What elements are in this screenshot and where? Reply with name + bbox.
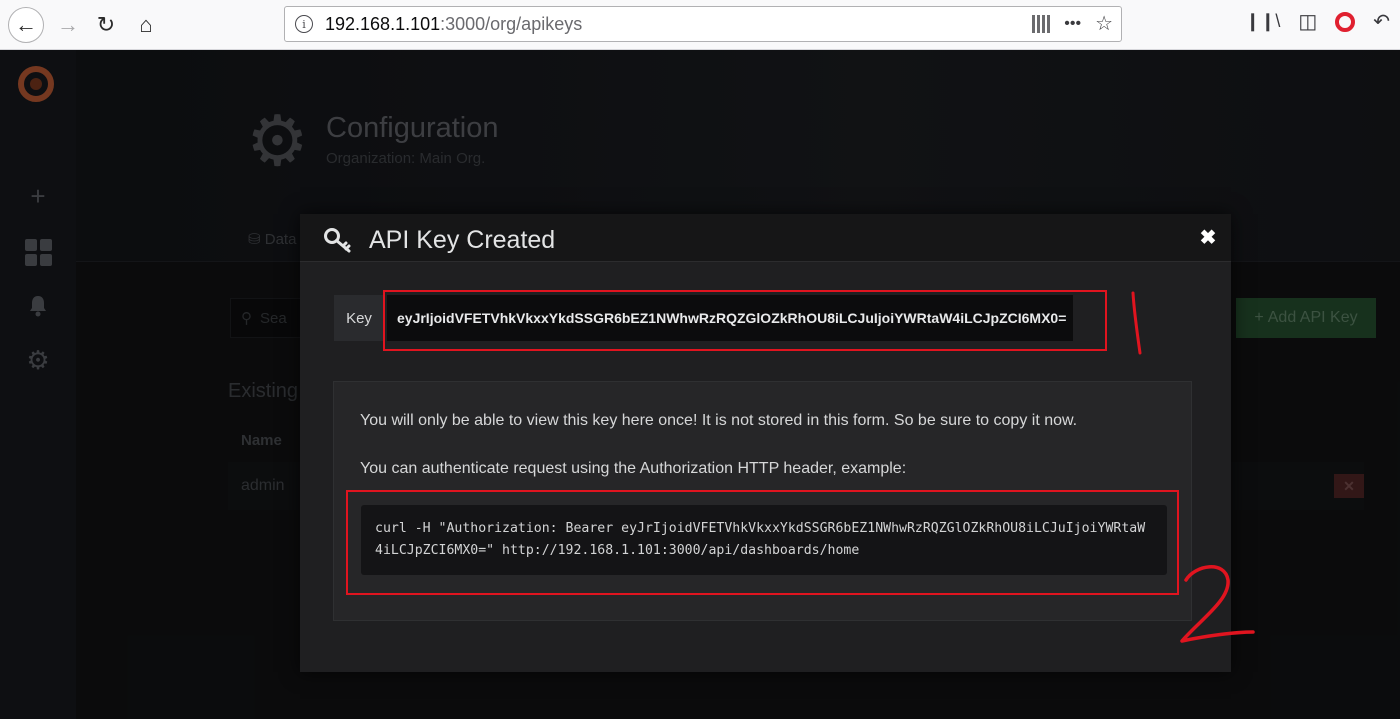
- bookmark-star-icon[interactable]: ☆: [1095, 11, 1113, 36]
- back-button[interactable]: ←: [8, 7, 44, 43]
- browser-right-tools: ❙❙\ ◫ ↶: [1245, 9, 1390, 34]
- url-host: 192.168.1.101: [325, 13, 441, 34]
- sidebar-toggle-icon[interactable]: ◫: [1298, 9, 1317, 34]
- address-bar[interactable]: i 192.168.1.101:3000/org/apikeys ••• ☆: [284, 6, 1122, 42]
- undo-icon[interactable]: ↶: [1373, 9, 1390, 34]
- modal-header: API Key Created ✖: [300, 214, 1231, 262]
- library-icon[interactable]: ❙❙\: [1245, 11, 1280, 32]
- auth-text: You can authenticate request using the A…: [360, 460, 907, 477]
- url-actions: ••• ☆: [1032, 11, 1113, 36]
- annotation-box-2: [346, 490, 1179, 595]
- browser-toolbar: ← → ↻ ⌂ i 192.168.1.101:3000/org/apikeys…: [0, 0, 1400, 50]
- reload-button[interactable]: ↻: [88, 7, 124, 43]
- opera-icon[interactable]: [1335, 11, 1356, 32]
- qr-code-icon[interactable]: [1032, 14, 1051, 33]
- modal-title: API Key Created: [369, 226, 556, 254]
- close-icon[interactable]: ✖: [1198, 227, 1218, 249]
- url-text: 192.168.1.101:3000/org/apikeys: [325, 14, 582, 35]
- forward-button[interactable]: →: [50, 7, 86, 43]
- info-text: You will only be able to view this key h…: [360, 412, 1078, 429]
- page-actions-menu-icon[interactable]: •••: [1064, 15, 1081, 33]
- home-button[interactable]: ⌂: [128, 7, 164, 43]
- key-icon: [324, 228, 351, 253]
- annotation-box-1: [383, 290, 1107, 351]
- url-path: :3000/org/apikeys: [440, 13, 583, 34]
- site-info-icon[interactable]: i: [295, 15, 313, 33]
- key-label: Key: [334, 295, 384, 341]
- api-key-created-modal: API Key Created ✖ Key eyJrIjoidVFETVhkVk…: [300, 214, 1231, 672]
